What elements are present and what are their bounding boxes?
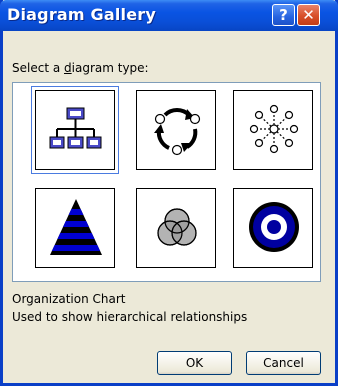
close-icon: ✕ [302, 6, 315, 24]
diagram-gallery-list[interactable] [12, 82, 321, 282]
radial-diagram-tile[interactable] [233, 90, 313, 170]
diagram-type-label-accel: d [64, 61, 72, 75]
diagram-type-label-end: iagram type: [71, 61, 149, 75]
close-button[interactable]: ✕ [297, 4, 320, 26]
pyramid-diagram-tile[interactable] [35, 188, 115, 268]
diagram-type-label: Select a diagram type: [12, 61, 149, 75]
title-bar[interactable]: Diagram Gallery ? ✕ [0, 0, 338, 31]
organization-chart-tile[interactable] [31, 86, 119, 174]
pyramid-diagram-icon [50, 199, 102, 255]
cycle-diagram-tile[interactable] [136, 90, 216, 170]
help-icon: ? [279, 6, 288, 24]
target-diagram-tile[interactable] [233, 188, 313, 268]
dialog-title: Diagram Gallery [7, 5, 157, 24]
radial-diagram-icon [249, 104, 299, 154]
venn-diagram-icon [157, 208, 197, 246]
cycle-diagram-icon [154, 108, 201, 156]
help-button[interactable]: ? [272, 4, 295, 26]
target-diagram-icon [249, 202, 299, 252]
diagram-name: Organization Chart [12, 292, 126, 306]
diagram-description: Used to show hierarchical relationships [12, 310, 248, 324]
venn-diagram-tile[interactable] [136, 188, 216, 268]
ok-button[interactable]: OK [157, 351, 232, 375]
organization-chart-icon [49, 107, 102, 149]
diagram-type-label-start: Select a [12, 61, 65, 75]
cancel-button[interactable]: Cancel [246, 351, 321, 375]
